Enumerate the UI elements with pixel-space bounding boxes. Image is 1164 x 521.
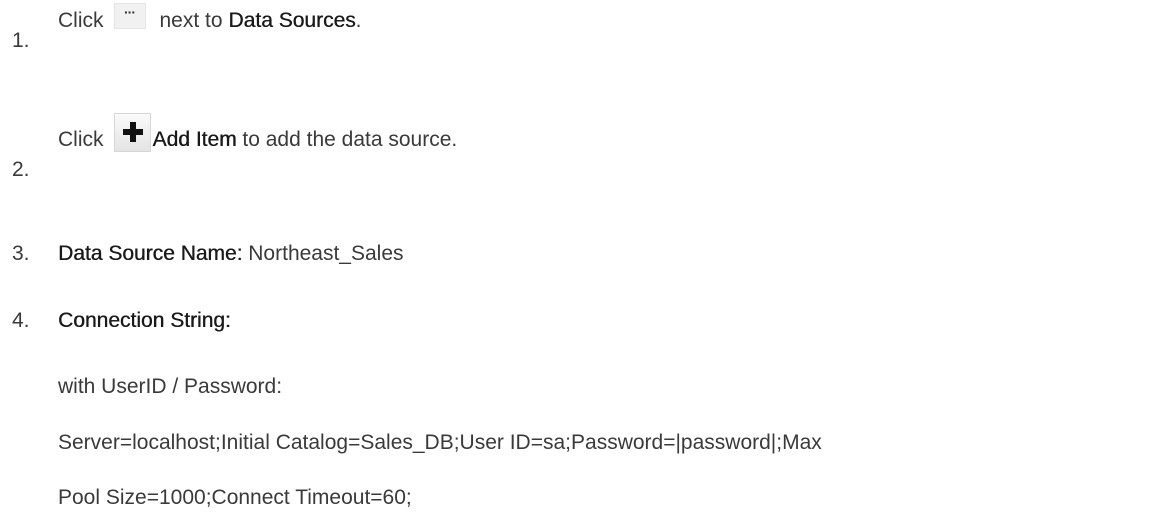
step-middle: next to (159, 9, 223, 32)
step-text: Data Source Name: Northeast_Sales (58, 242, 404, 266)
connection-string-line: Pool Size=1000;Connect Timeout=60; (58, 486, 412, 509)
step-suffix: to add the data source. (242, 128, 458, 151)
plus-icon (113, 113, 151, 152)
add-item-label: Add Item (152, 128, 237, 151)
step-number: 2. (12, 158, 30, 181)
data-source-name-value: Northeast_Sales (248, 242, 404, 265)
step-text: Click Add Item to add the data source. (58, 113, 457, 152)
connection-string-label: Connection String: (58, 309, 231, 332)
step-text: Connection String: (58, 309, 231, 333)
step-number: 4. (12, 309, 30, 332)
step-suffix: . (355, 9, 362, 32)
step-prefix: Click (58, 9, 104, 32)
step-text: Click ··· next to Data Sources. (58, 3, 362, 33)
connection-string-line: Server=localhost;Initial Catalog=Sales_D… (58, 431, 822, 454)
step-number: 3. (12, 242, 30, 265)
step-number: 1. (12, 29, 30, 52)
data-sources-label: Data Sources (228, 9, 356, 32)
ellipsis-icon: ··· (113, 3, 146, 29)
data-source-name-label: Data Source Name: (58, 242, 243, 265)
step-prefix: Click (58, 128, 104, 151)
connection-string-line: with UserID / Password: (58, 375, 283, 398)
